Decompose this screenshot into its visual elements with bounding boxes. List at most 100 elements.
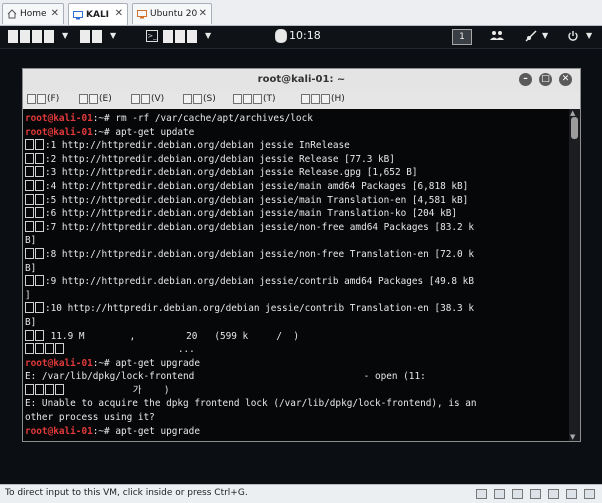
line-text: B] (25, 316, 37, 328)
clock-time: 10:18 (289, 29, 321, 42)
terminal-line: E: /var/lib/dpkg/lock-frontend - open (1… (25, 370, 477, 384)
tab-home[interactable]: Home ✕ (2, 3, 64, 24)
status-message: To direct input to this VM, click inside… (5, 488, 248, 498)
terminal-line: :1 http://httpredir.debian.org/debian je… (25, 139, 477, 153)
chevron-down-icon: ▼ (110, 31, 117, 40)
glyph-box (25, 220, 34, 232)
glyph-box (35, 275, 44, 287)
line-text: :3 http://httpredir.debian.org/debian je… (45, 167, 418, 179)
menu-label: (S) (203, 94, 216, 104)
line-text: E: Unable to acquire the dpkg frontend l… (25, 398, 477, 410)
terminal-line: ] (25, 289, 477, 303)
terminal-output: root@kali-01:~# rm -rf /var/cache/apt/ar… (25, 112, 477, 438)
chevron-down-icon[interactable]: ▼ (542, 31, 548, 40)
menu-help[interactable]: (H) (301, 94, 345, 104)
glyph-box (25, 139, 34, 151)
shell-prompt: root@kali-01 (25, 113, 93, 124)
terminal-line: :10 http://httpredir.debian.org/debian j… (25, 302, 477, 316)
menu-view[interactable]: (V) (131, 94, 164, 104)
terminal-window[interactable]: root@kali-01: ~ – □ ✕ (F) (E) (V) (S) (T… (22, 68, 581, 442)
hard-disk-icon[interactable] (476, 489, 487, 499)
people-icon[interactable] (490, 30, 504, 44)
scrollbar-thumb[interactable] (571, 117, 578, 139)
expand-icon[interactable] (584, 489, 595, 499)
power-icon[interactable] (567, 30, 579, 45)
glyph-box (35, 329, 44, 341)
menu-file[interactable]: (F) (27, 94, 59, 104)
shell-prompt: root@kali-01 (25, 357, 93, 369)
tab-kali[interactable]: KALI ✕ (68, 3, 128, 25)
glyph-box (163, 30, 173, 43)
menu-edit[interactable]: (E) (79, 94, 112, 104)
chevron-down-icon[interactable]: ▼ (586, 31, 592, 40)
tab-label: Home (20, 9, 47, 19)
glyph-box (131, 94, 140, 104)
terminal-icon: >_ (146, 30, 158, 42)
line-text: ] (25, 289, 31, 301)
glyph-box (193, 94, 202, 104)
maximize-icon[interactable]: □ (539, 73, 552, 86)
window-titlebar[interactable]: root@kali-01: ~ – □ ✕ (23, 69, 580, 91)
terminal-line: B] (25, 234, 477, 248)
menu-label: (V) (151, 94, 165, 104)
glyph-box (183, 94, 192, 104)
close-icon[interactable]: ✕ (559, 73, 572, 86)
terminal-line: 11.9 M , 20 (599 k / ) (25, 329, 477, 344)
glyph-box (35, 179, 44, 191)
terminal-line: root@kali-01:~# rm -rf /var/cache/apt/ar… (25, 112, 477, 126)
terminal-line: :5 http://httpredir.debian.org/debian je… (25, 193, 477, 208)
chevron-down-icon: ▼ (205, 31, 212, 40)
line-text: :2 http://httpredir.debian.org/debian je… (45, 153, 395, 165)
vm-status-bar: To direct input to this VM, click inside… (0, 484, 602, 503)
line-text: apt-get upgrade (115, 357, 200, 369)
terminal-line: :3 http://httpredir.debian.org/debian je… (25, 166, 477, 180)
prompt-suffix: :~# (92, 425, 116, 437)
sound-icon[interactable] (548, 489, 559, 499)
close-tab-icon[interactable]: ✕ (199, 8, 207, 19)
glyph-box (233, 94, 242, 104)
glyph-box (301, 94, 310, 104)
terminal-line: 가 ) (25, 383, 477, 398)
line-text: 11.9 M , 20 (599 k / ) (45, 330, 299, 342)
terminal-screen[interactable]: root@kali-01:~# rm -rf /var/cache/apt/ar… (23, 109, 571, 441)
glyph-box (35, 302, 44, 314)
glyph-box (20, 30, 30, 43)
terminal-line: other process using it? (25, 411, 477, 425)
tab-label: KALI (86, 9, 110, 20)
glyph-box (35, 247, 44, 259)
glyph-box (253, 94, 262, 104)
network-icon[interactable] (525, 30, 537, 45)
shell-prompt: root@kali-01 (25, 425, 93, 437)
glyph-box (175, 30, 185, 43)
menu-label: (E) (99, 94, 112, 104)
prompt-suffix: :~# (92, 357, 116, 369)
glyph-box (25, 152, 34, 164)
line-text: apt-get upgrade (115, 425, 200, 437)
cd-drive-icon[interactable] (494, 489, 505, 499)
network-adapter-icon[interactable] (512, 489, 523, 499)
terminal-line: ... (25, 343, 477, 357)
terminal-menubar: (F) (E) (V) (S) (T) (H) (23, 91, 580, 110)
terminal-scrollbar[interactable]: ▲ ▼ (569, 109, 580, 441)
workspace-switcher[interactable]: 1 (452, 29, 472, 45)
glyph-box (25, 329, 34, 341)
menu-terminal[interactable]: (T) (233, 94, 276, 104)
close-tab-icon[interactable]: ✕ (51, 8, 59, 19)
scroll-down-icon[interactable]: ▼ (570, 433, 575, 441)
tab-ubuntu-20[interactable]: Ubuntu 20 ✕ (132, 3, 212, 24)
scroll-up-icon[interactable]: ▲ (570, 109, 575, 117)
usb-icon[interactable] (530, 489, 541, 499)
terminal-line: :4 http://httpredir.debian.org/debian je… (25, 179, 477, 194)
menu-search[interactable]: (S) (183, 94, 216, 104)
glyph-box (8, 30, 18, 43)
close-tab-icon[interactable]: ✕ (115, 8, 123, 19)
panel-clock[interactable]: 10:18 (275, 29, 321, 43)
glyph-box (243, 94, 252, 104)
glyph-box (25, 166, 34, 178)
minimize-icon[interactable]: – (519, 73, 532, 86)
glyph-box (141, 94, 150, 104)
line-text: :1 http://httpredir.debian.org/debian je… (45, 140, 350, 152)
glyph-box (35, 166, 44, 178)
display-icon[interactable] (566, 489, 577, 499)
line-text: :7 http://httpredir.debian.org/debian je… (45, 221, 474, 233)
